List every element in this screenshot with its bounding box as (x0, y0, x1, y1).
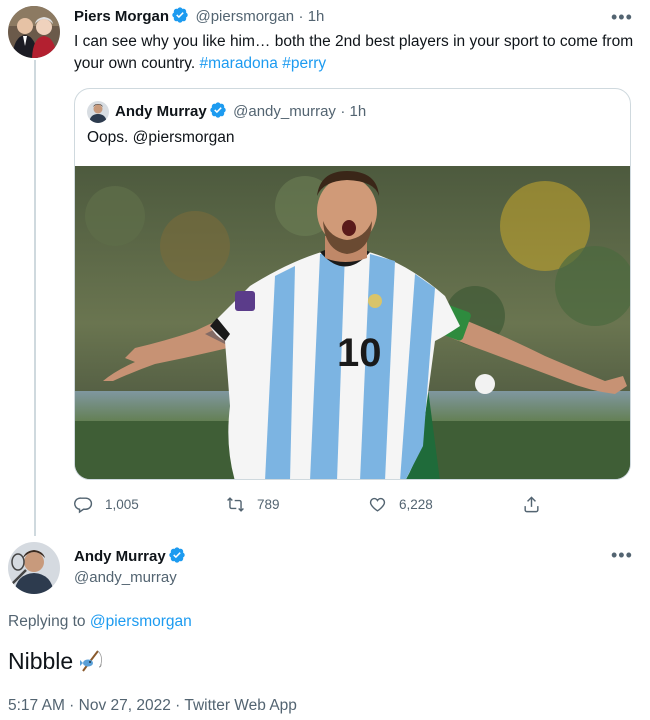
fishing-pole-emoji-icon (79, 648, 105, 674)
author-handle[interactable]: @piersmorgan (195, 8, 294, 25)
verified-badge-icon (171, 6, 189, 24)
replying-to-line: Replying to @piersmorgan (8, 613, 192, 631)
andy-murray-small-avatar (87, 101, 109, 123)
jersey-number: 10 (337, 331, 382, 375)
hashtag-link[interactable]: #maradona (200, 55, 278, 72)
tweet-metadata[interactable]: 5:17 AM · Nov 27, 2022 · Twitter Web App (8, 697, 297, 715)
tweet-action-bar: 1,005 789 6,228 (74, 492, 544, 516)
retweet-button[interactable]: 789 (226, 492, 280, 516)
replying-to-mention[interactable]: @piersmorgan (90, 613, 192, 630)
reply-button[interactable]: 1,005 (74, 492, 139, 516)
timestamp[interactable]: · 1h (299, 8, 325, 25)
author-name[interactable]: Andy Murray (74, 548, 166, 565)
more-icon[interactable]: ••• (611, 546, 633, 564)
quoted-author-name: Andy Murray (115, 103, 207, 120)
andy-murray-avatar[interactable] (8, 542, 60, 594)
tweet-text-main: I can see why you like him… both the 2nd… (74, 33, 634, 72)
share-icon (524, 495, 539, 512)
share-button[interactable] (522, 492, 553, 516)
tweet-text: Nibble (8, 648, 105, 675)
quoted-author-handle: @andy_murray (233, 103, 336, 120)
reply-count: 1,005 (105, 496, 139, 512)
like-icon (369, 497, 386, 512)
more-icon[interactable]: ••• (611, 8, 633, 26)
tweet-text: I can see why you like him… both the 2nd… (74, 31, 639, 75)
quoted-tweet-header: Andy Murray @andy_murray · 1h (115, 101, 366, 121)
hashtag-link[interactable]: #perry (282, 55, 326, 72)
piers-morgan-avatar[interactable] (8, 6, 60, 58)
quoted-tweet-card[interactable]: Andy Murray @andy_murray · 1h Oops. @pie… (74, 88, 631, 480)
replying-prefix: Replying to (8, 613, 90, 630)
tweet-header: Andy Murray @andy_murray (74, 546, 188, 586)
verified-badge-icon (168, 546, 186, 564)
thread-connector-line (34, 60, 36, 536)
quoted-tweet-image[interactable]: 10 (75, 166, 630, 479)
tweet-text-content: Nibble (8, 648, 74, 674)
author-name[interactable]: Piers Morgan (74, 8, 169, 25)
retweet-count: 789 (257, 496, 280, 512)
like-button[interactable]: 6,228 (368, 492, 433, 516)
quoted-tweet-text: Oops. @piersmorgan (87, 129, 235, 146)
reply-icon (74, 496, 93, 513)
tweet-header: Piers Morgan @piersmorgan · 1h (74, 6, 324, 26)
retweet-icon (227, 496, 244, 512)
author-handle[interactable]: @andy_murray (74, 569, 188, 586)
like-count: 6,228 (399, 496, 433, 512)
quoted-timestamp: · 1h (340, 103, 367, 120)
verified-badge-icon (209, 101, 227, 119)
